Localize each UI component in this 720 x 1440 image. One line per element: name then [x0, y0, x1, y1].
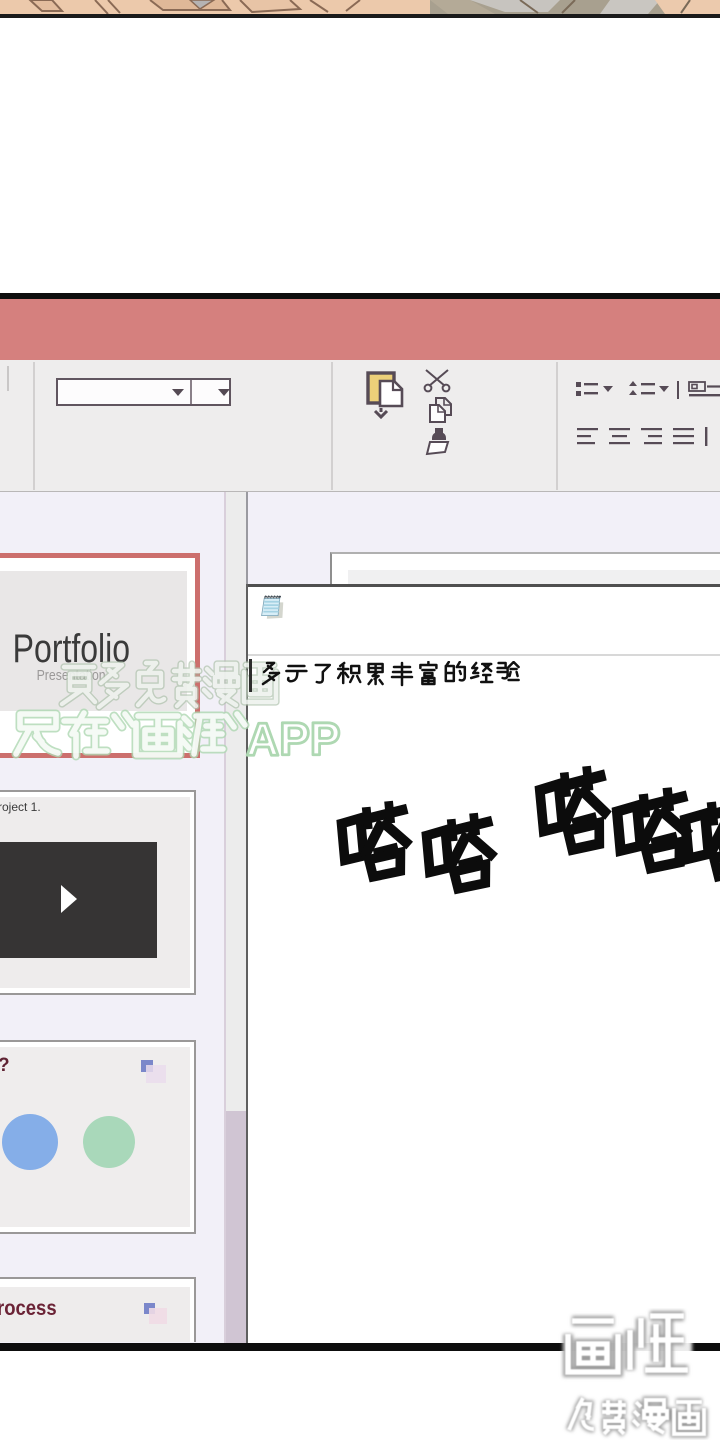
svg-text:APP: APP: [246, 713, 341, 765]
